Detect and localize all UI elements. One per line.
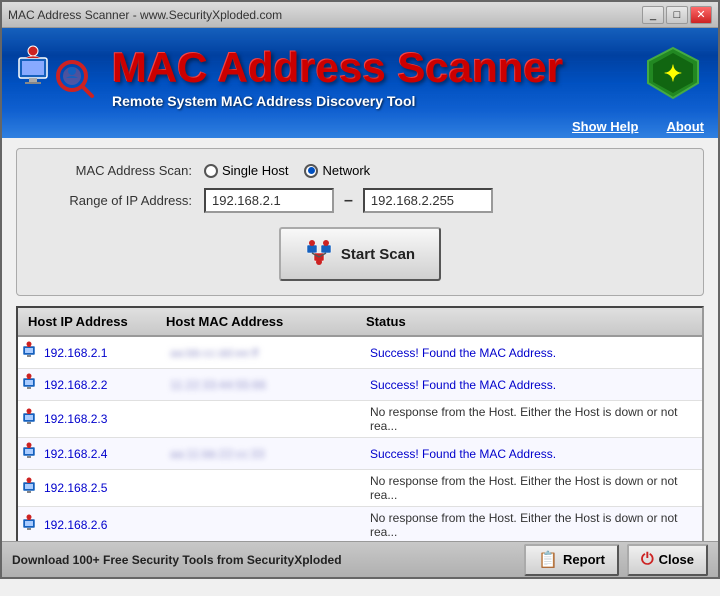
row-mac: 11:22:33:44:55:66 (170, 378, 370, 392)
table-body[interactable]: 192.168.2.1 aa:bb:cc:dd:ee:ff Success! F… (18, 337, 702, 544)
row-host-icon (22, 408, 44, 431)
window-close-button[interactable]: ✕ (690, 6, 712, 24)
close-button[interactable]: ⏻ Close (627, 544, 708, 576)
network-option[interactable]: Network (304, 163, 370, 178)
app-subtitle: Remote System MAC Address Discovery Tool (112, 93, 703, 109)
app-icon (17, 38, 97, 118)
header-title-area: MAC Address Scanner Remote System MAC Ad… (112, 47, 703, 109)
row-status: No response from the Host. Either the Ho… (370, 405, 702, 433)
col-header-mac: Host MAC Address (166, 314, 366, 329)
close-icon: ⏻ (641, 551, 654, 569)
table-row: 192.168.2.4 aa:11:bb:22:cc:33 Success! F… (18, 438, 702, 470)
close-label: Close (659, 552, 694, 567)
start-scan-label: Start Scan (341, 246, 415, 263)
ip-range-inputs: – (204, 188, 493, 213)
row-status: No response from the Host. Either the Ho… (370, 511, 702, 539)
main-window: MAC Address Scanner - www.SecurityXplode… (0, 0, 720, 579)
col-header-status: Status (366, 314, 702, 329)
maximize-button[interactable]: □ (666, 6, 688, 24)
table-header: Host IP Address Host MAC Address Status (18, 308, 702, 337)
row-status: No response from the Host. Either the Ho… (370, 474, 702, 502)
row-host-icon (22, 341, 44, 364)
table-row: 192.168.2.5 No response from the Host. E… (18, 470, 702, 507)
minimize-button[interactable]: _ (642, 6, 664, 24)
status-buttons: 📋 Report ⏻ Close (524, 544, 708, 576)
row-host-icon (22, 514, 44, 537)
range-label: Range of IP Address: (37, 193, 192, 208)
report-icon: 📋 (538, 550, 558, 570)
app-header: MAC Address Scanner Remote System MAC Ad… (2, 28, 718, 138)
network-radio[interactable] (304, 164, 318, 178)
status-message: Download 100+ Free Security Tools from S… (12, 553, 342, 567)
title-bar: MAC Address Scanner - www.SecurityXplode… (2, 2, 718, 28)
status-bar: Download 100+ Free Security Tools from S… (2, 541, 718, 577)
content-wrapper: MAC Address Scan: Single Host Network Ra… (2, 138, 718, 596)
row-status: Success! Found the MAC Address. (370, 346, 702, 360)
single-host-label: Single Host (222, 163, 288, 178)
row-host-icon (22, 442, 44, 465)
start-scan-button[interactable]: Start Scan (279, 227, 441, 281)
ip-to-input[interactable] (363, 188, 493, 213)
table-row: 192.168.2.1 aa:bb:cc:dd:ee:ff Success! F… (18, 337, 702, 369)
row-mac: aa:bb:cc:dd:ee:ff (170, 346, 370, 360)
single-host-radio[interactable] (204, 164, 218, 178)
mac-scan-label: MAC Address Scan: (37, 163, 192, 178)
row-host-icon (22, 373, 44, 396)
header-content: MAC Address Scanner Remote System MAC Ad… (2, 28, 718, 128)
table-row: 192.168.2.3 No response from the Host. E… (18, 401, 702, 438)
results-table: Host IP Address Host MAC Address Status … (16, 306, 704, 546)
report-label: Report (563, 552, 605, 567)
network-label: Network (322, 163, 370, 178)
title-bar-buttons: _ □ ✕ (642, 6, 712, 24)
report-button[interactable]: 📋 Report (524, 544, 619, 576)
app-title: MAC Address Scanner (112, 47, 703, 89)
row-ip: 192.168.2.1 (44, 346, 170, 360)
row-mac: aa:11:bb:22:cc:33 (170, 447, 370, 461)
row-ip: 192.168.2.4 (44, 447, 170, 461)
start-scan-icon (305, 237, 333, 271)
ip-separator: – (344, 192, 353, 210)
ip-range-row: Range of IP Address: – (37, 188, 683, 213)
table-row: 192.168.2.2 11:22:33:44:55:66 Success! F… (18, 369, 702, 401)
title-bar-text: MAC Address Scanner - www.SecurityXplode… (8, 8, 282, 22)
row-status: Success! Found the MAC Address. (370, 378, 702, 392)
mac-scan-row: MAC Address Scan: Single Host Network (37, 163, 683, 178)
scan-options-panel: MAC Address Scan: Single Host Network Ra… (16, 148, 704, 296)
row-status: Success! Found the MAC Address. (370, 447, 702, 461)
scan-mode-group: Single Host Network (204, 163, 370, 178)
row-ip: 192.168.2.6 (44, 518, 170, 532)
row-ip: 192.168.2.3 (44, 412, 170, 426)
row-host-icon (22, 477, 44, 500)
row-ip: 192.168.2.2 (44, 378, 170, 392)
ip-from-input[interactable] (204, 188, 334, 213)
scan-btn-row: Start Scan (37, 227, 683, 281)
table-row: 192.168.2.6 No response from the Host. E… (18, 507, 702, 544)
row-ip: 192.168.2.5 (44, 481, 170, 495)
col-header-ip: Host IP Address (18, 314, 166, 329)
single-host-option[interactable]: Single Host (204, 163, 288, 178)
